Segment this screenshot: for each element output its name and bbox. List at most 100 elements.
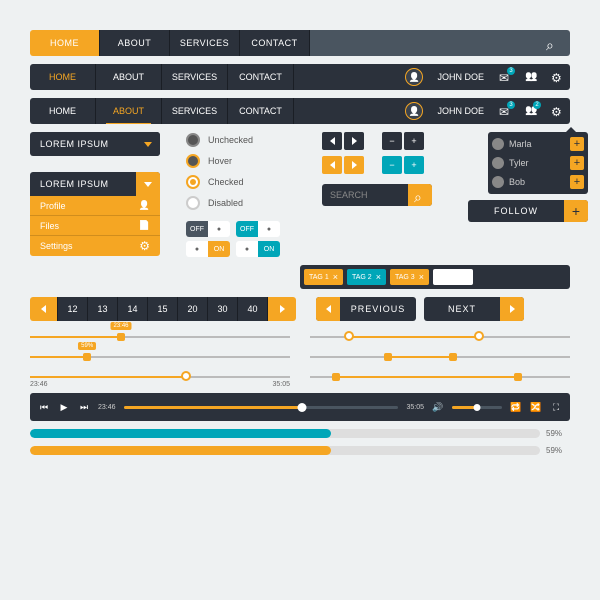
tag-2[interactable]: Tag 2× bbox=[347, 269, 386, 285]
slider-bubble: 23:46 bbox=[110, 322, 131, 330]
close-icon: × bbox=[333, 272, 338, 282]
nav2-services[interactable]: Services bbox=[162, 64, 228, 90]
nav1-about[interactable]: About bbox=[100, 30, 170, 56]
tag-1[interactable]: Tag 1× bbox=[304, 269, 343, 285]
add-button[interactable]: + bbox=[570, 156, 584, 170]
page-13[interactable]: 13 bbox=[88, 297, 118, 321]
slider-range-c[interactable] bbox=[310, 371, 570, 383]
prev-track-icon[interactable]: ⏮ bbox=[38, 402, 50, 413]
follow-button[interactable]: Follow + bbox=[468, 200, 588, 222]
users-icon[interactable]: 2 bbox=[518, 98, 544, 124]
avatar[interactable] bbox=[399, 64, 429, 90]
volume-slider[interactable] bbox=[452, 406, 502, 409]
page-15[interactable]: 15 bbox=[148, 297, 178, 321]
avatar bbox=[492, 138, 504, 150]
add-button[interactable]: + bbox=[570, 175, 584, 189]
time-duration: 35:05 bbox=[406, 404, 424, 411]
popup-user-marla[interactable]: Marla+ bbox=[492, 136, 584, 152]
slider-range-a[interactable] bbox=[310, 331, 570, 343]
arrow-buttons-color: − + bbox=[322, 156, 452, 174]
menu-profile[interactable]: Profile bbox=[30, 196, 160, 216]
plus-button[interactable]: + bbox=[404, 156, 424, 174]
page-40[interactable]: 40 bbox=[238, 297, 268, 321]
gear-icon bbox=[139, 239, 150, 253]
toggle-off-dark[interactable]: OFF● bbox=[186, 221, 230, 237]
tag-input[interactable] bbox=[433, 269, 473, 285]
add-button[interactable]: + bbox=[570, 137, 584, 151]
dropdown-1[interactable]: Lorem Ipsum bbox=[30, 132, 160, 156]
avatar bbox=[492, 157, 504, 169]
dropdown-2[interactable]: Lorem Ipsum bbox=[30, 172, 160, 196]
nav3-about[interactable]: About bbox=[96, 98, 162, 124]
nav1-spacer bbox=[310, 30, 534, 56]
menu-files[interactable]: Files bbox=[30, 216, 160, 236]
seek-bar[interactable] bbox=[124, 406, 399, 409]
slider-a[interactable]: 23:46 bbox=[30, 331, 290, 343]
radio-unchecked[interactable]: Unchecked bbox=[186, 132, 306, 148]
page-20[interactable]: 20 bbox=[178, 297, 208, 321]
page-next[interactable] bbox=[268, 297, 296, 321]
gear-icon[interactable] bbox=[544, 64, 570, 90]
plus-icon: + bbox=[564, 200, 588, 222]
plus-button[interactable]: + bbox=[404, 132, 424, 150]
nav3-services[interactable]: Services bbox=[162, 98, 228, 124]
nav1-home[interactable]: Home bbox=[30, 30, 100, 56]
pagination: 12 13 14 15 20 30 40 bbox=[30, 297, 296, 321]
page-12[interactable]: 12 bbox=[58, 297, 88, 321]
radio-checked[interactable]: Checked bbox=[186, 174, 306, 190]
page-prev[interactable] bbox=[30, 297, 58, 321]
search-input[interactable]: Search bbox=[322, 184, 408, 206]
slider-bubble: 59% bbox=[78, 342, 96, 350]
prev-button[interactable]: Previous bbox=[316, 297, 416, 321]
next-button[interactable]: Next bbox=[424, 297, 524, 321]
toggle-on-teal[interactable]: ●ON bbox=[236, 241, 280, 257]
nav2-contact[interactable]: Contact bbox=[228, 64, 294, 90]
slider-c[interactable]: 23:46 35:05 bbox=[30, 371, 290, 383]
mail-icon[interactable]: 3 bbox=[492, 98, 518, 124]
play-icon[interactable]: ▶ bbox=[58, 402, 70, 413]
close-icon: × bbox=[419, 272, 424, 282]
shuffle-icon[interactable]: 🔀 bbox=[530, 402, 542, 413]
radio-hover[interactable]: Hover bbox=[186, 153, 306, 169]
nav1-contact[interactable]: Contact bbox=[240, 30, 310, 56]
nav2-home[interactable]: Home bbox=[30, 64, 96, 90]
users-icon[interactable] bbox=[518, 64, 544, 90]
tag-bar: Tag 1× Tag 2× Tag 3× bbox=[300, 265, 570, 289]
toggle-off-teal[interactable]: OFF● bbox=[236, 221, 280, 237]
minus-button[interactable]: − bbox=[382, 156, 402, 174]
toggle-on-orange[interactable]: ●ON bbox=[186, 241, 230, 257]
slider-range-b[interactable] bbox=[310, 351, 570, 363]
volume-icon[interactable]: 🔊 bbox=[432, 402, 444, 413]
time-current: 23:46 bbox=[98, 404, 116, 411]
nav3-home[interactable]: Home bbox=[30, 98, 96, 124]
prev-button[interactable] bbox=[322, 156, 342, 174]
next-button[interactable] bbox=[344, 156, 364, 174]
popup-user-bob[interactable]: Bob+ bbox=[492, 174, 584, 190]
nav3-contact[interactable]: Contact bbox=[228, 98, 294, 124]
progress-bar-teal bbox=[30, 429, 540, 438]
page-30[interactable]: 30 bbox=[208, 297, 238, 321]
dropdown-menu: Profile Files Settings bbox=[30, 196, 160, 256]
menu-settings[interactable]: Settings bbox=[30, 236, 160, 256]
repeat-icon[interactable]: 🔁 bbox=[510, 402, 522, 413]
nav1-services[interactable]: Services bbox=[170, 30, 240, 56]
next-track-icon[interactable]: ⏭ bbox=[78, 402, 90, 413]
user-name[interactable]: John Doe bbox=[429, 64, 492, 90]
gear-icon[interactable] bbox=[544, 98, 570, 124]
next-button[interactable] bbox=[344, 132, 364, 150]
slider-b[interactable]: 59% bbox=[30, 351, 290, 363]
mail-icon[interactable]: 3 bbox=[492, 64, 518, 90]
popup-user-tyler[interactable]: Tyler+ bbox=[492, 155, 584, 171]
navbar-3: Home About Services Contact John Doe 3 2 bbox=[30, 98, 570, 124]
search-button[interactable] bbox=[408, 184, 432, 206]
page-14[interactable]: 14 bbox=[118, 297, 148, 321]
time-end: 35:05 bbox=[272, 381, 290, 388]
minus-button[interactable]: − bbox=[382, 132, 402, 150]
nav2-about[interactable]: About bbox=[96, 64, 162, 90]
prev-button[interactable] bbox=[322, 132, 342, 150]
user-name[interactable]: John Doe bbox=[429, 98, 492, 124]
tag-3[interactable]: Tag 3× bbox=[390, 269, 429, 285]
fullscreen-icon[interactable]: ⛶ bbox=[550, 402, 562, 413]
search-icon[interactable] bbox=[534, 30, 570, 56]
avatar[interactable] bbox=[399, 98, 429, 124]
